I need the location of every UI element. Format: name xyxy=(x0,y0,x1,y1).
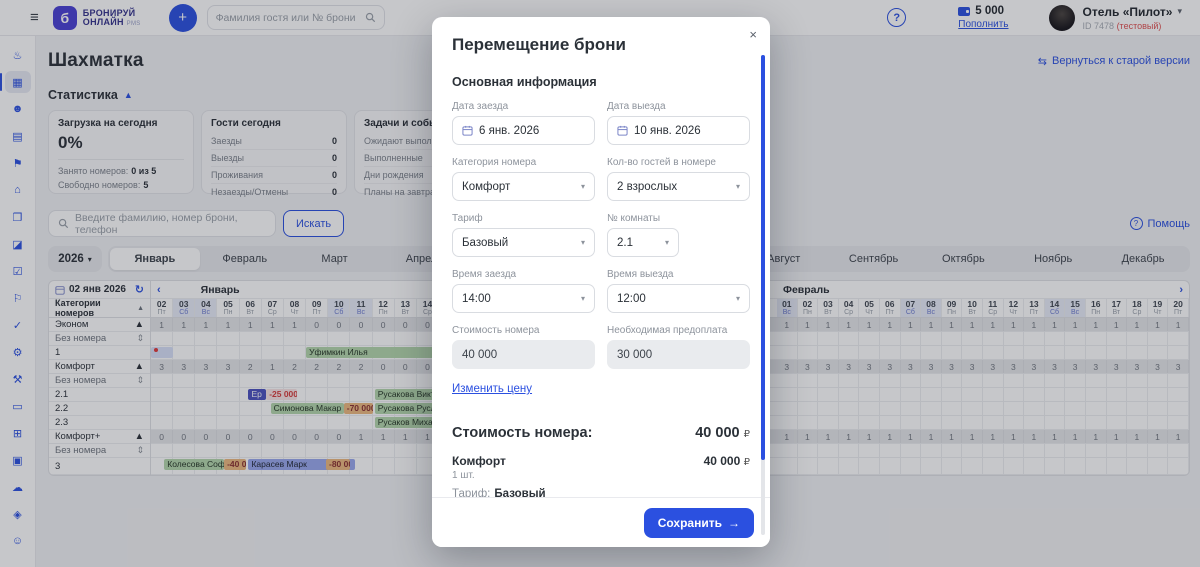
field-Категория номера: Категория номера Комфорт ▾ xyxy=(452,157,595,201)
modal-scrollbar[interactable] xyxy=(761,55,765,535)
modal-footer: Сохранить→ xyxy=(432,497,770,547)
field-input-Кол-во гостей в номере[interactable]: 2 взрослых ▾ xyxy=(607,172,750,201)
field-input-Стоимость номера: 40 000 xyxy=(452,340,595,369)
change-price-link[interactable]: Изменить цену xyxy=(452,383,532,395)
modal-fields: Дата заезда 6 янв. 2026 Дата выезда 10 янв.… xyxy=(452,101,750,369)
field-label: Стоимость номера xyxy=(452,325,595,336)
field-input-Время выезда[interactable]: 12:00 ▾ xyxy=(607,284,750,313)
field-label: Время заезда xyxy=(452,269,595,280)
field-label: Время выезда xyxy=(607,269,750,280)
modal-scrollbar-thumb[interactable] xyxy=(761,55,765,460)
field-input-Дата заезда[interactable]: 6 янв. 2026 xyxy=(452,116,595,145)
field-label: № комнаты xyxy=(607,213,750,224)
total-value: 40 000 ₽ xyxy=(695,425,750,441)
field-№ комнаты: № комнаты 2.1 ▾ xyxy=(607,213,750,257)
field-Необходимая предоплата: Необходимая предоплата 30 000 xyxy=(607,325,750,369)
field-input-Дата выезда[interactable]: 10 янв. 2026 xyxy=(607,116,750,145)
field-value: 30 000 xyxy=(617,349,652,361)
modal-title: Перемещение брони xyxy=(452,35,750,55)
item-name: Комфорт xyxy=(452,454,506,468)
chevron-down-icon: ▾ xyxy=(581,238,585,247)
field-value: Комфорт xyxy=(462,181,510,193)
move-booking-modal: × Перемещение брони Основная информация … xyxy=(432,17,770,547)
modal-section-title: Основная информация xyxy=(452,75,750,89)
calendar-icon xyxy=(462,125,473,136)
field-value: 6 янв. 2026 xyxy=(479,125,539,137)
field-Дата заезда: Дата заезда 6 янв. 2026 xyxy=(452,101,595,145)
close-icon[interactable]: × xyxy=(749,27,757,42)
field-label: Категория номера xyxy=(452,157,595,168)
chevron-down-icon: ▾ xyxy=(736,182,740,191)
field-label: Дата выезда xyxy=(607,101,750,112)
field-value: 40 000 xyxy=(462,349,497,361)
field-value: 14:00 xyxy=(462,293,491,305)
field-value: Базовый xyxy=(462,237,508,249)
field-input-Время заезда[interactable]: 14:00 ▾ xyxy=(452,284,595,313)
chevron-down-icon: ▾ xyxy=(736,294,740,303)
item-qty: 1 шт. xyxy=(452,470,750,481)
chevron-down-icon: ▾ xyxy=(581,294,585,303)
save-button[interactable]: Сохранить→ xyxy=(644,508,754,538)
item-value: 40 000 ₽ xyxy=(704,454,750,468)
field-Стоимость номера: Стоимость номера 40 000 xyxy=(452,325,595,369)
field-label: Дата заезда xyxy=(452,101,595,112)
field-Кол-во гостей в номере: Кол-во гостей в номере 2 взрослых ▾ xyxy=(607,157,750,201)
total-label: Стоимость номера: xyxy=(452,425,592,441)
calendar-icon xyxy=(617,125,628,136)
field-value: 2.1 xyxy=(617,237,633,249)
field-value: 12:00 xyxy=(617,293,646,305)
arrow-right-icon: → xyxy=(728,516,740,530)
field-value: 2 взрослых xyxy=(617,181,677,193)
field-input-Тариф[interactable]: Базовый ▾ xyxy=(452,228,595,257)
field-Дата выезда: Дата выезда 10 янв. 2026 xyxy=(607,101,750,145)
field-input-Необходимая предоплата: 30 000 xyxy=(607,340,750,369)
field-label: Тариф xyxy=(452,213,595,224)
field-value: 10 янв. 2026 xyxy=(634,125,701,137)
field-label: Кол-во гостей в номере xyxy=(607,157,750,168)
field-label: Необходимая предоплата xyxy=(607,325,750,336)
field-input-№ комнаты[interactable]: 2.1 ▾ xyxy=(607,228,679,257)
chevron-down-icon: ▾ xyxy=(665,238,669,247)
chevron-down-icon: ▾ xyxy=(581,182,585,191)
field-Тариф: Тариф Базовый ▾ xyxy=(452,213,595,257)
field-Время выезда: Время выезда 12:00 ▾ xyxy=(607,269,750,313)
field-Время заезда: Время заезда 14:00 ▾ xyxy=(452,269,595,313)
field-input-Категория номера[interactable]: Комфорт ▾ xyxy=(452,172,595,201)
